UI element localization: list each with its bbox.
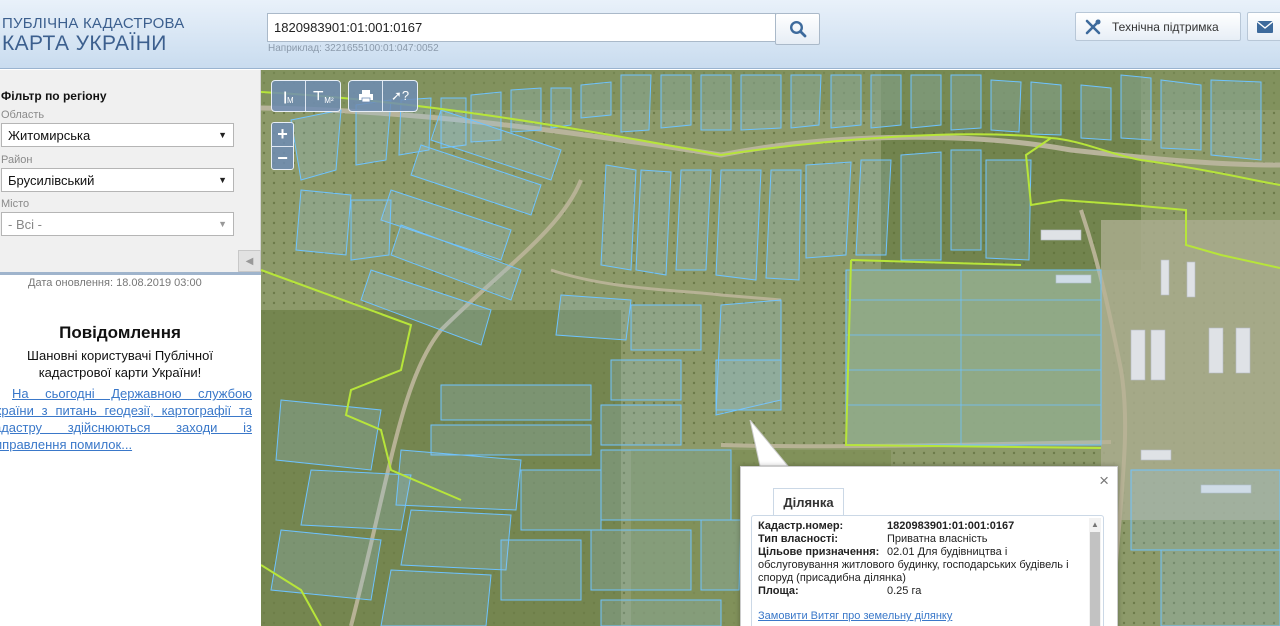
dropdown-arrow-icon: ▼ <box>218 175 227 185</box>
zoom-in-button[interactable]: + <box>272 123 293 146</box>
update-date: Дата оновлення: 18.08.2019 03:00 <box>28 277 202 289</box>
purpose-value-rest: обслуговування житлового будинку, господ… <box>758 559 1069 584</box>
zoom-out-button[interactable]: − <box>272 146 293 169</box>
oblast-label: Область <box>1 109 45 121</box>
misto-label: Місто <box>1 198 30 210</box>
purpose-value-line1: 02.01 Для будівництва і <box>887 546 1008 558</box>
print-button[interactable] <box>349 81 383 111</box>
dropdown-arrow-icon: ▼ <box>218 219 227 229</box>
cadastral-label: Кадастр.номер: <box>758 520 844 532</box>
rayon-select[interactable]: Брусилівський ▼ <box>1 168 234 192</box>
ownership-value: Приватна власність <box>887 533 988 545</box>
tech-support-button[interactable]: Технічна підтримка <box>1075 12 1241 41</box>
tech-support-label: Технічна підтримка <box>1112 19 1219 34</box>
search-icon <box>789 20 806 38</box>
area-label: Площа: <box>758 585 799 597</box>
search-button[interactable] <box>775 13 820 45</box>
left-panel: Фільтр по регіону Область Житомирська ▼ … <box>0 70 261 626</box>
cadastral-value: 1820983901:01:001:0167 <box>887 520 1015 532</box>
region-filter: Фільтр по регіону Область Житомирська ▼ … <box>0 70 261 272</box>
popup-scrollbar[interactable]: ▲ <box>1089 518 1101 626</box>
header-bar: ПУБЛІЧНА КАДАСТРОВА КАРТА УКРАЇНИ Наприк… <box>0 0 1280 69</box>
area-icon: ⊤ <box>312 88 325 103</box>
rayon-value: Брусилівський <box>8 173 95 188</box>
tools-icon <box>1085 19 1101 34</box>
site-logo[interactable]: ПУБЛІЧНА КАДАСТРОВА КАРТА УКРАЇНИ <box>2 16 184 54</box>
chevron-left-icon: ◀ <box>245 255 254 267</box>
measure-area-label: M² <box>324 95 334 105</box>
order-extract-link[interactable]: Замовити Витяг про земельну ділянку <box>758 610 952 622</box>
filter-title: Фільтр по регіону <box>1 89 107 103</box>
measure-tools: | M ⊤ M² <box>271 80 341 112</box>
printer-icon <box>358 90 373 103</box>
logo-line-2: КАРТА УКРАЇНИ <box>2 32 167 55</box>
measure-length-button[interactable]: | M <box>272 81 306 111</box>
tab-parcel[interactable]: Ділянка <box>773 488 844 515</box>
notice-text: Шановні користувачі Публічної кадастрово… <box>27 348 213 380</box>
measure-area-button[interactable]: ⊤ M² <box>306 81 340 111</box>
collapse-panel-button[interactable]: ◀ <box>238 250 261 272</box>
mail-button[interactable] <box>1247 12 1280 41</box>
parcel-popup: × Ділянка Кадастр.номер: 1820983901:01:0… <box>740 466 1118 626</box>
cadastral-search-input[interactable] <box>267 13 776 42</box>
misto-value: - Всі - <box>8 217 42 232</box>
measure-length-label: M <box>286 95 294 105</box>
misto-select[interactable]: - Всі - ▼ <box>1 212 234 236</box>
envelope-icon <box>1256 20 1274 33</box>
purpose-label: Цільове призначення: <box>758 546 880 558</box>
popup-pointer <box>749 420 790 467</box>
identify-button[interactable]: ➚? <box>383 81 417 111</box>
dropdown-arrow-icon: ▼ <box>218 130 227 140</box>
rayon-label: Район <box>1 154 33 166</box>
print-info-tools: ➚? <box>348 80 418 112</box>
ownership-label: Тип власності: <box>758 533 839 545</box>
zoom-control: + − <box>271 122 294 170</box>
search-example-hint: Наприклад: 3221655100:01:047:0052 <box>268 43 439 54</box>
notice-title: Повідомлення <box>59 323 181 342</box>
cursor-help-icon: ➚? <box>390 88 410 103</box>
logo-line-1: ПУБЛІЧНА КАДАСТРОВА <box>2 15 185 32</box>
panel-divider <box>0 272 261 275</box>
area-value: 0.25 га <box>887 585 922 597</box>
parcel-info: Кадастр.номер: 1820983901:01:001:0167 Ти… <box>751 515 1104 626</box>
scroll-thumb[interactable] <box>1090 532 1100 626</box>
notice-link[interactable]: На сьогодні Державною службою України з … <box>0 385 252 453</box>
oblast-value: Житомирська <box>8 128 91 143</box>
scroll-up-icon[interactable]: ▲ <box>1091 520 1099 529</box>
close-icon[interactable]: × <box>1099 471 1109 491</box>
oblast-select[interactable]: Житомирська ▼ <box>1 123 234 147</box>
